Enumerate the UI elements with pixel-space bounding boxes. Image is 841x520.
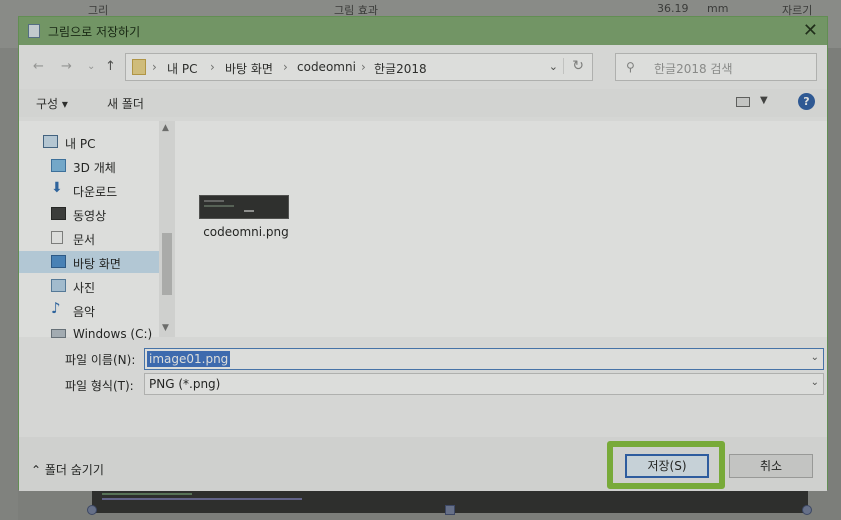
breadcrumb-separator: › [361, 60, 366, 74]
refresh-icon[interactable]: ↻ [563, 58, 584, 74]
chevron-down-icon[interactable]: ⌄ [811, 352, 819, 363]
dialog-title: 그림으로 저장하기 [48, 25, 141, 39]
up-arrow-icon[interactable]: ↑ [105, 59, 116, 74]
sidebar-item-label: 사진 [73, 281, 96, 295]
cube-icon [51, 159, 66, 172]
breadcrumb-item[interactable]: 바탕 화면 [225, 60, 273, 77]
search-box[interactable]: ⚲ 한글2018 검색 [615, 53, 817, 81]
filename-label: 파일 이름(N): [65, 353, 136, 367]
save-button[interactable]: 저장(S) [625, 454, 709, 478]
breadcrumb-separator: › [210, 60, 215, 74]
cancel-button[interactable]: 취소 [729, 454, 813, 478]
navigation-pane: 내 PC 3D 개체 ⬇ 다운로드 동영상 문서 바탕 화면 사진 ♪ 음악 W… [19, 121, 177, 341]
sidebar-item-videos[interactable]: 동영상 [19, 203, 159, 225]
navigation-scrollbar[interactable]: ▲ ▼ [159, 121, 175, 337]
breadcrumb-separator: › [152, 60, 157, 74]
organize-button[interactable]: 구성 ▾ [36, 95, 68, 112]
dialog-titlebar[interactable]: 그림으로 저장하기 ✕ [19, 17, 827, 45]
sidebar-item-label: 내 PC [65, 137, 96, 151]
chevron-down-icon[interactable]: ⌄ [811, 377, 819, 388]
picture-icon [51, 279, 66, 292]
scroll-down-arrow-icon[interactable]: ▼ [162, 323, 169, 333]
music-icon: ♪ [51, 299, 61, 317]
view-options-icon[interactable] [736, 97, 750, 107]
video-icon [51, 207, 66, 220]
document-icon [51, 231, 63, 244]
new-folder-button[interactable]: 새 폴더 [107, 95, 144, 112]
chevron-down-icon[interactable]: ▼ [760, 95, 768, 106]
folder-icon [132, 59, 146, 75]
hide-folders-button[interactable]: ⌃ 폴더 숨기기 [31, 461, 104, 478]
sidebar-item-label: 다운로드 [73, 185, 118, 199]
sidebar-item-pictures[interactable]: 사진 [19, 275, 159, 297]
breadcrumb-item[interactable]: 한글2018 [374, 60, 427, 77]
recent-locations-chevron-icon[interactable]: ⌄ [87, 61, 95, 72]
address-bar[interactable]: › 내 PC › 바탕 화면 › codeomni › 한글2018 ⌄ ↻ [125, 53, 593, 81]
dialog-app-icon [28, 24, 40, 38]
chevron-down-icon[interactable]: ⌄ [549, 60, 558, 73]
scroll-up-arrow-icon[interactable]: ▲ [162, 123, 169, 133]
pc-icon [43, 135, 58, 148]
sidebar-item-label: 3D 개체 [73, 161, 116, 175]
drive-icon [51, 329, 66, 338]
sidebar-item-3d-objects[interactable]: 3D 개체 [19, 155, 159, 177]
file-name: codeomni.png [203, 225, 289, 239]
sidebar-item-label: 동영상 [73, 209, 107, 223]
sidebar-item-music[interactable]: ♪ 음악 [19, 299, 159, 321]
forward-arrow-icon[interactable]: → [61, 59, 72, 74]
resize-handle[interactable] [445, 505, 455, 515]
sidebar-item-label: 문서 [73, 233, 96, 247]
sidebar-item-label: 바탕 화면 [73, 257, 121, 271]
desktop-icon [51, 255, 66, 268]
search-placeholder: 한글2018 검색 [654, 62, 733, 76]
breadcrumb-item[interactable]: codeomni [297, 60, 356, 74]
download-icon: ⬇ [51, 180, 63, 196]
search-icon: ⚲ [626, 60, 635, 74]
resize-handle[interactable] [87, 505, 97, 515]
scrollbar-thumb[interactable] [162, 233, 172, 295]
sidebar-item-label: Windows (C:) [73, 327, 153, 341]
file-list-pane: codeomni.png [177, 121, 827, 337]
sidebar-item-desktop[interactable]: 바탕 화면 [19, 251, 159, 273]
filetype-select[interactable]: PNG (*.png) ⌄ [144, 373, 824, 395]
filetype-label: 파일 형식(T): [65, 379, 134, 393]
sidebar-item-downloads[interactable]: ⬇ 다운로드 [19, 179, 159, 201]
navigation-row: ← → ⌄ ↑ › 내 PC › 바탕 화면 › codeomni › 한글20… [19, 51, 827, 83]
filename-input[interactable]: image01.png ⌄ [144, 348, 824, 370]
breadcrumb-separator: › [283, 60, 288, 74]
sidebar-item-this-pc[interactable]: 내 PC [19, 131, 159, 153]
filetype-value: PNG (*.png) [149, 377, 221, 391]
sidebar-item-documents[interactable]: 문서 [19, 227, 159, 249]
dialog-footer: ⌃ 폴더 숨기기 저장(S) 취소 [19, 437, 827, 491]
close-icon[interactable]: ✕ [803, 20, 818, 41]
file-item[interactable]: codeomni.png [199, 189, 295, 249]
image-thumbnail [199, 195, 289, 219]
command-bar: 구성 ▾ 새 폴더 ▼ ? [19, 89, 827, 117]
breadcrumb-item[interactable]: 내 PC [167, 60, 197, 77]
filename-value: image01.png [147, 351, 231, 367]
save-form: 파일 이름(N): image01.png ⌄ 파일 형식(T): PNG (*… [19, 341, 827, 401]
save-as-picture-dialog: 그림으로 저장하기 ✕ ← → ⌄ ↑ › 내 PC › 바탕 화면 › cod… [18, 16, 828, 491]
back-arrow-icon[interactable]: ← [33, 59, 44, 74]
background-left-panel [0, 48, 18, 520]
resize-handle[interactable] [802, 505, 812, 515]
sidebar-item-label: 음악 [73, 305, 96, 319]
help-icon[interactable]: ? [798, 93, 815, 110]
